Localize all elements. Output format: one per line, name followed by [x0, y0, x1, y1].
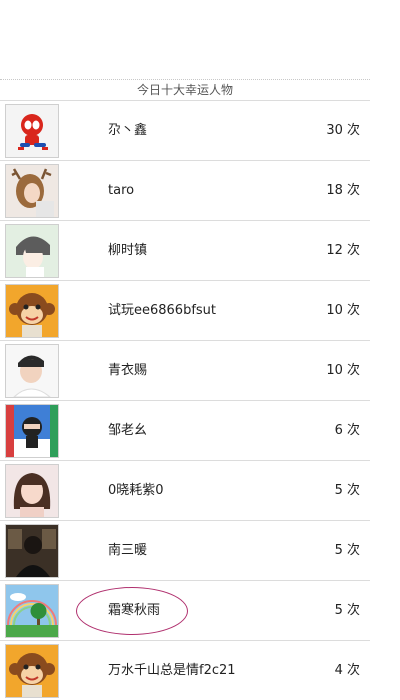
user-name[interactable]: 邹老幺 [108, 401, 147, 460]
monkey-avatar-icon [6, 285, 58, 337]
user-name[interactable]: taro [108, 161, 134, 220]
rainbow-tree-avatar-icon [6, 585, 58, 637]
avatar[interactable] [5, 404, 59, 458]
young-man-avatar-icon [6, 345, 58, 397]
list-item[interactable]: taro 18 次 [0, 160, 370, 220]
user-name[interactable]: 青衣赐 [108, 341, 147, 400]
avatar[interactable] [5, 284, 59, 338]
lucky-count: 4 次 [334, 663, 360, 678]
user-name[interactable]: 万水千山总是情f2c21 [108, 641, 236, 700]
avatar[interactable] [5, 524, 59, 578]
lucky-count: 5 次 [334, 543, 360, 558]
avatar[interactable] [5, 344, 59, 398]
lucky-count: 12 次 [326, 243, 360, 258]
list-item[interactable]: 试玩ee6866bfsut 10 次 [0, 280, 370, 340]
dark-room-avatar-icon [6, 525, 58, 577]
user-name[interactable]: 南三暖 [108, 521, 147, 580]
list-item[interactable]: 万水千山总是情f2c21 4 次 [0, 640, 370, 700]
lucky-count: 6 次 [334, 423, 360, 438]
girl-antlers-avatar-icon [6, 165, 58, 217]
lucky-count: 30 次 [326, 123, 360, 138]
list-item[interactable]: 尕丶鑫 30 次 [0, 100, 370, 160]
list-item[interactable]: 霜寒秋雨 5 次 [0, 580, 370, 640]
user-name[interactable]: 尕丶鑫 [108, 101, 147, 160]
lucky-people-panel: 今日十大幸运人物 尕丶鑫 30 次 taro 18 次 柳时镇 12 次 试玩e… [0, 79, 370, 700]
lucky-count: 10 次 [326, 363, 360, 378]
lucky-count: 5 次 [334, 483, 360, 498]
list-item[interactable]: 柳时镇 12 次 [0, 220, 370, 280]
girl-photo-avatar-icon [6, 465, 58, 517]
user-name[interactable]: 0晓耗紫0 [108, 461, 164, 520]
avatar[interactable] [5, 464, 59, 518]
list-item[interactable]: 0晓耗紫0 5 次 [0, 460, 370, 520]
monkey-avatar-icon [6, 645, 58, 697]
avatar[interactable] [5, 224, 59, 278]
user-name[interactable]: 柳时镇 [108, 221, 147, 280]
spiderman-avatar-icon [6, 105, 58, 157]
lucky-count: 18 次 [326, 183, 360, 198]
anime-boy-avatar-icon [6, 225, 58, 277]
list-item[interactable]: 青衣赐 10 次 [0, 340, 370, 400]
avatar[interactable] [5, 104, 59, 158]
lucky-count: 10 次 [326, 303, 360, 318]
avatar[interactable] [5, 164, 59, 218]
section-title: 今日十大幸运人物 [0, 79, 370, 100]
list-item[interactable]: 邹老幺 6 次 [0, 400, 370, 460]
lucky-count: 5 次 [334, 603, 360, 618]
ninja-game-avatar-icon [6, 405, 58, 457]
list-item[interactable]: 南三暖 5 次 [0, 520, 370, 580]
avatar[interactable] [5, 644, 59, 698]
user-name[interactable]: 霜寒秋雨 [108, 581, 160, 640]
user-name[interactable]: 试玩ee6866bfsut [108, 281, 216, 340]
avatar[interactable] [5, 584, 59, 638]
